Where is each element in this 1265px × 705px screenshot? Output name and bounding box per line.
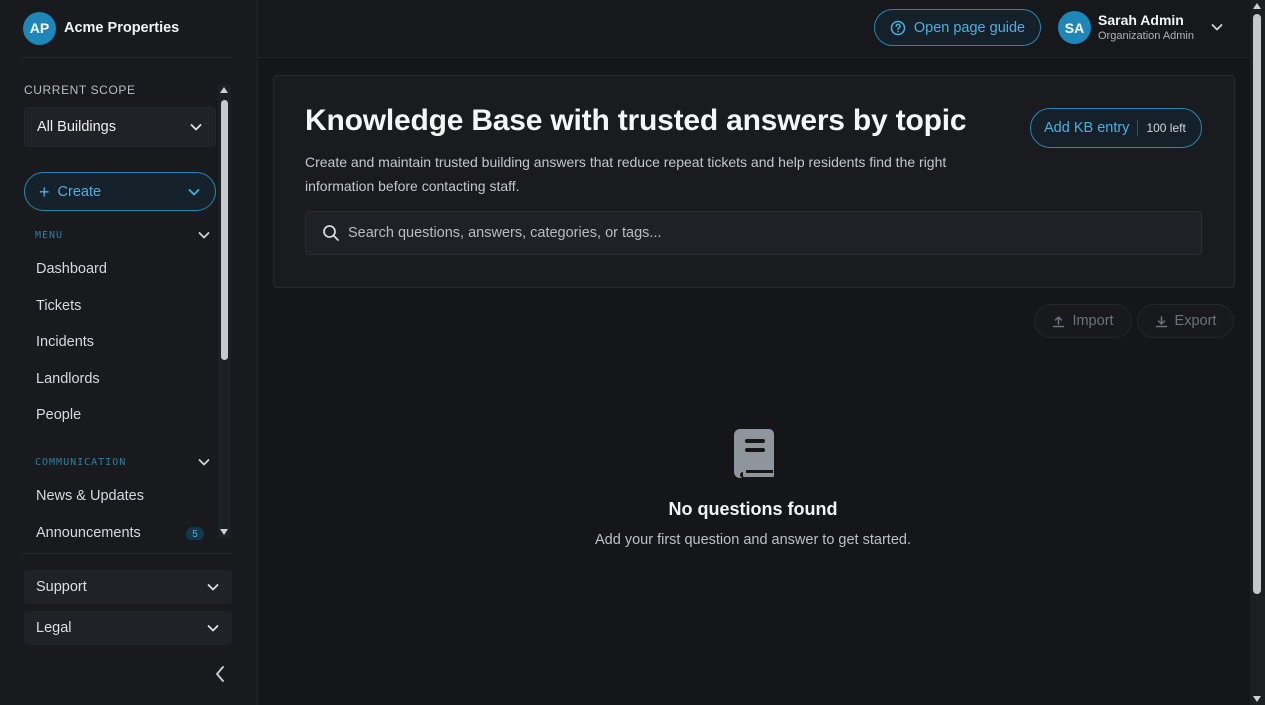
announcements-count-badge: 5 xyxy=(186,527,204,540)
nav-item-dashboard[interactable]: Dashboard xyxy=(36,261,107,277)
help-circle-icon xyxy=(890,20,906,35)
user-avatar[interactable]: SA xyxy=(1058,11,1091,44)
nav-item-landlords[interactable]: Landlords xyxy=(36,371,100,387)
legal-dropdown[interactable]: Legal xyxy=(24,611,232,645)
search-bar[interactable] xyxy=(305,211,1202,255)
divider xyxy=(22,57,232,58)
communication-section-toggle[interactable]: COMMUNICATION xyxy=(35,455,211,469)
menu-heading: MENU xyxy=(35,229,64,241)
empty-state-title: No questions found xyxy=(668,499,838,519)
page-description: Create and maintain trusted building ans… xyxy=(305,154,947,194)
sidebar: AP Acme Properties CURRENT SCOPE All Bui… xyxy=(0,0,258,705)
chevron-down-icon xyxy=(190,124,202,131)
scrollbar-thumb[interactable] xyxy=(221,100,228,360)
chevron-down-icon[interactable] xyxy=(1210,20,1224,34)
support-label: Support xyxy=(36,579,87,595)
chevron-down-icon xyxy=(198,459,210,466)
scroll-up-arrow-icon[interactable] xyxy=(1253,3,1261,9)
nav-item-announcements[interactable]: Announcements xyxy=(36,525,141,540)
chevron-down-icon xyxy=(207,625,219,632)
divider xyxy=(1137,120,1139,136)
chevron-down-icon xyxy=(198,232,210,239)
guide-label: Open page guide xyxy=(913,19,1026,36)
remaining-count: 100 left xyxy=(1146,121,1186,135)
nav-item-news-updates[interactable]: News & Updates xyxy=(36,488,144,504)
support-dropdown[interactable]: Support xyxy=(24,570,232,604)
knowledge-base-header: Knowledge Base with trusted answers by t… xyxy=(273,75,1235,288)
collapse-sidebar-button[interactable] xyxy=(209,662,231,686)
add-kb-label: Add KB entry xyxy=(1044,120,1130,136)
user-name[interactable]: Sarah Admin xyxy=(1098,12,1184,28)
open-page-guide-button[interactable]: Open page guide xyxy=(874,9,1041,46)
communication-heading: COMMUNICATION xyxy=(35,456,127,468)
sidebar-nav: CURRENT SCOPE All Buildings + Create MEN… xyxy=(0,70,232,540)
scope-value: All Buildings xyxy=(37,119,116,135)
brand-name: Acme Properties xyxy=(64,20,180,36)
create-label: Create xyxy=(57,183,102,200)
export-button[interactable]: Export xyxy=(1137,304,1234,338)
add-kb-entry-button[interactable]: Add KB entry 100 left xyxy=(1030,108,1202,148)
book-icon xyxy=(734,429,774,478)
plus-icon: + xyxy=(39,181,50,202)
scope-label: CURRENT SCOPE xyxy=(24,83,136,97)
scroll-down-arrow-icon[interactable] xyxy=(1253,696,1261,702)
divider xyxy=(22,553,232,554)
empty-state-subtitle: Add your first question and answer to ge… xyxy=(595,532,911,548)
scroll-down-arrow-icon[interactable] xyxy=(220,529,228,535)
import-label: Import xyxy=(1072,313,1114,329)
download-icon xyxy=(1155,315,1167,327)
upload-icon xyxy=(1053,315,1065,327)
scroll-up-arrow-icon[interactable] xyxy=(220,87,228,93)
nav-item-people[interactable]: People xyxy=(36,407,81,423)
import-button[interactable]: Import xyxy=(1034,304,1132,338)
create-button[interactable]: + Create xyxy=(24,172,216,211)
menu-section-toggle[interactable]: MENU xyxy=(35,228,211,242)
brand[interactable]: AP Acme Properties xyxy=(0,0,258,56)
export-label: Export xyxy=(1174,313,1217,329)
search-input[interactable] xyxy=(348,225,1168,241)
chevron-down-icon xyxy=(188,188,200,195)
sidebar-scrollbar[interactable] xyxy=(218,84,231,538)
chevron-left-icon xyxy=(216,666,224,682)
page-title: Knowledge Base with trusted answers by t… xyxy=(305,104,967,137)
page-scrollbar[interactable] xyxy=(1250,0,1265,705)
chevron-down-icon xyxy=(207,584,219,591)
scope-select[interactable]: All Buildings xyxy=(24,107,216,147)
brand-logo: AP xyxy=(23,11,56,45)
legal-label: Legal xyxy=(36,620,72,636)
nav-item-incidents[interactable]: Incidents xyxy=(36,334,94,350)
top-bar: Open page guide SA Sarah Admin Organizat… xyxy=(258,0,1250,58)
search-icon xyxy=(323,225,339,241)
nav-item-tickets[interactable]: Tickets xyxy=(36,298,81,314)
scrollbar-thumb[interactable] xyxy=(1253,14,1261,594)
user-role: Organization Admin xyxy=(1098,30,1194,42)
